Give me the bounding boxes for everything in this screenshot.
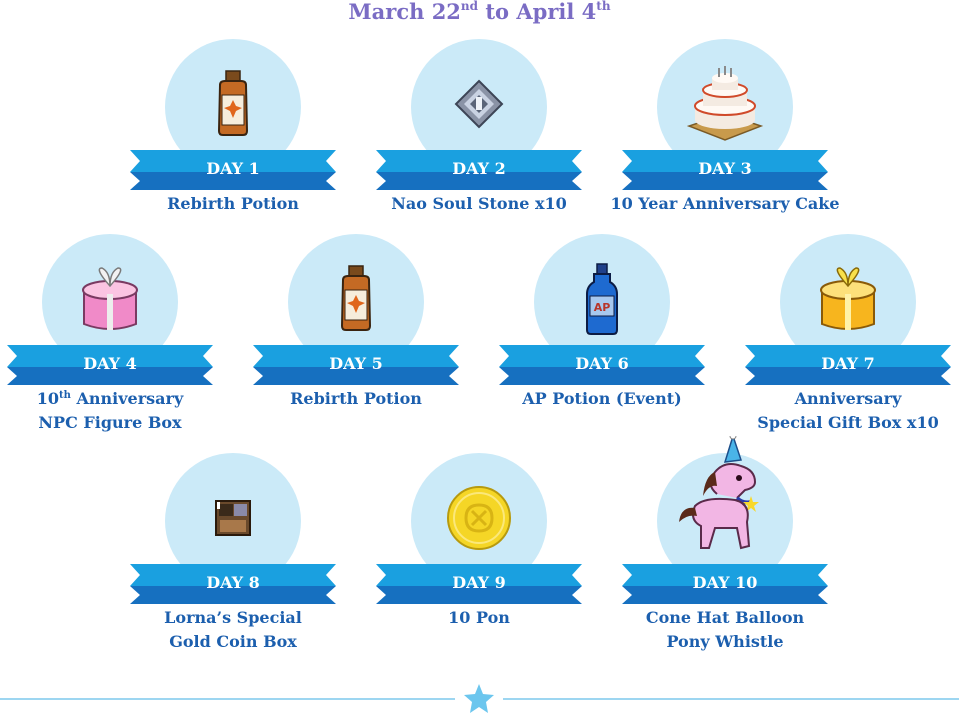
day-ribbon: DAY 6 — [499, 345, 705, 385]
item-name-line2: Pony Whistle — [666, 632, 784, 651]
item-name: Lorna’s Special Gold Coin Box — [110, 606, 356, 654]
day-label: DAY 2 — [452, 159, 506, 178]
item-name: AP Potion (Event) — [522, 389, 682, 408]
gold-gift-box-icon — [808, 259, 888, 339]
title-sup2: th — [596, 0, 611, 13]
item-name-line1: Cone Hat Balloon — [645, 608, 805, 627]
day-label: DAY 5 — [329, 354, 383, 373]
day-label: DAY 3 — [698, 159, 752, 178]
event-date-title: March 22nd to April 4th — [0, 0, 959, 28]
day-label: DAY 10 — [692, 573, 758, 592]
item-name: Rebirth Potion — [290, 389, 422, 408]
day-ribbon: DAY 9 — [376, 564, 582, 604]
pon-coin-icon — [439, 478, 519, 558]
day-label: DAY 6 — [575, 354, 629, 373]
item-name: 10 Pon — [448, 608, 510, 627]
day-label: DAY 1 — [206, 159, 260, 178]
item-name-line1: Anniversary — [794, 389, 902, 408]
footer-divider-left — [0, 698, 455, 700]
day-ribbon: DAY 1 — [130, 150, 336, 190]
day-ribbon: DAY 8 — [130, 564, 336, 604]
title-part1: March 22 — [348, 0, 461, 24]
item-name: Anniversary Special Gift Box x10 — [725, 387, 959, 435]
pony-balloon-icon — [675, 435, 775, 565]
item-name-prefix: 10 — [36, 389, 60, 408]
item-name-line2: NPC Figure Box — [38, 413, 182, 432]
day-ribbon: DAY 10 — [622, 564, 828, 604]
title-part2: to April 4 — [478, 0, 597, 24]
svg-text:AP: AP — [594, 301, 611, 314]
item-name-line1: Anniversary — [70, 389, 184, 408]
item-name-sup: th — [59, 390, 71, 401]
ap-potion-icon: AP — [562, 259, 642, 339]
item-name-line1: Lorna’s Special — [164, 608, 302, 627]
title-sup1: nd — [460, 0, 479, 13]
day-label: DAY 9 — [452, 573, 506, 592]
day-ribbon: DAY 3 — [622, 150, 828, 190]
item-name: Nao Soul Stone x10 — [391, 194, 567, 213]
pink-gift-box-icon — [70, 259, 150, 339]
item-name-line2: Gold Coin Box — [169, 632, 297, 651]
item-name-line2: Special Gift Box x10 — [757, 413, 939, 432]
item-name: Rebirth Potion — [167, 194, 299, 213]
day-label: DAY 8 — [206, 573, 260, 592]
day-ribbon: DAY 2 — [376, 150, 582, 190]
item-name: Cone Hat Balloon Pony Whistle — [602, 606, 848, 654]
day-label: DAY 4 — [83, 354, 137, 373]
day-ribbon: DAY 4 — [7, 345, 213, 385]
rebirth-potion-icon — [316, 259, 396, 339]
star-icon — [464, 684, 494, 713]
item-name: 10 Year Anniversary Cake — [610, 194, 840, 213]
rebirth-potion-icon — [193, 64, 273, 144]
day-ribbon: DAY 7 — [745, 345, 951, 385]
anniversary-cake-icon — [685, 64, 765, 144]
soul-stone-icon — [439, 64, 519, 144]
footer-divider-right — [503, 698, 959, 700]
item-name: 10th Anniversary NPC Figure Box — [0, 387, 233, 435]
day-ribbon: DAY 5 — [253, 345, 459, 385]
coin-box-icon — [193, 478, 273, 558]
day-label: DAY 7 — [821, 354, 875, 373]
